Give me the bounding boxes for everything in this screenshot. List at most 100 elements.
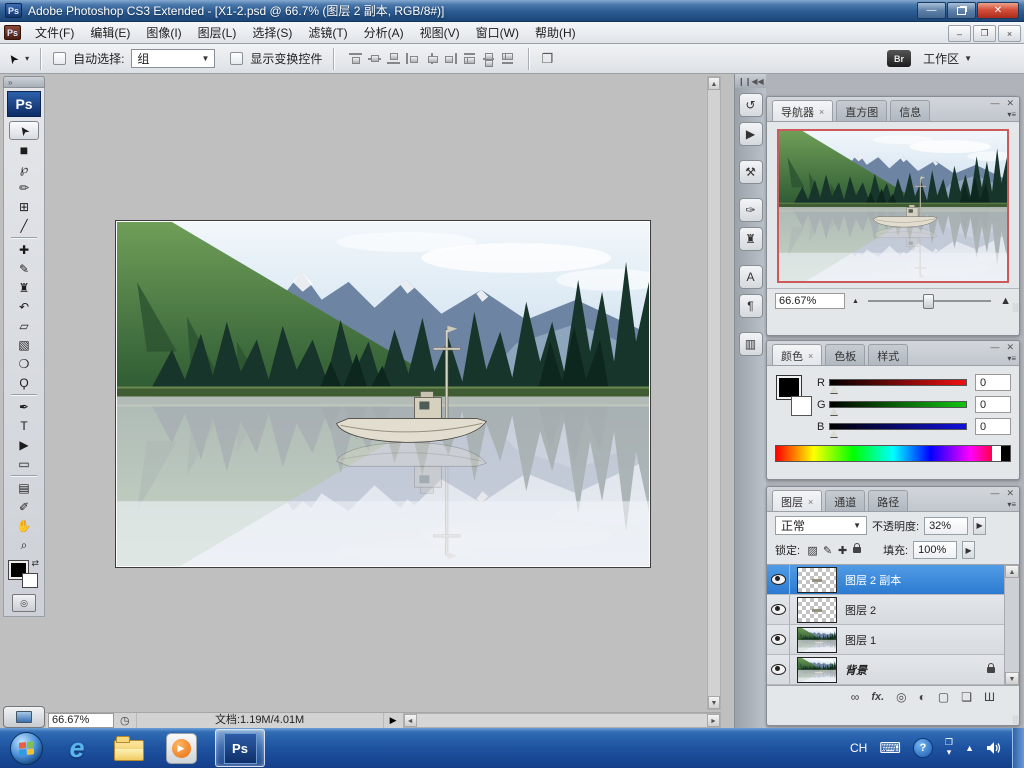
doc-restore-button[interactable]: ❐ [973,25,996,42]
navigator-proxy-view[interactable] [777,129,1009,283]
title-bar[interactable]: Ps Adobe Photoshop CS3 Extended - [X1-2.… [0,0,1024,22]
crop-tool[interactable]: ⊞ [9,197,39,216]
go-to-bridge-icon[interactable]: Br [887,50,912,67]
channel-value-field[interactable]: 0 [975,374,1011,391]
show-desktop-button[interactable] [1012,728,1024,768]
taskbar-photoshop-button[interactable]: Ps [215,729,265,767]
panel-close-icon[interactable]: ✕ [1006,342,1014,353]
background-color-swatch[interactable] [791,396,812,416]
menu-analysis[interactable]: 分析(A) [356,21,412,44]
actions-panel-icon[interactable]: ▶ [738,122,763,146]
navigator-zoom-slider[interactable] [867,294,992,309]
tab-layers-layers[interactable]: 图层 × [772,490,823,511]
menu-select[interactable]: 选择(S) [244,21,300,44]
channel-slider[interactable] [829,423,967,437]
black-swatch[interactable] [1001,446,1010,461]
layer-row[interactable]: 图层 1 [767,625,1005,655]
zoom-tool[interactable]: ⌕ [9,535,39,554]
restore-button[interactable] [947,2,976,19]
lock-transparent-pixels-icon[interactable]: ▨ [805,544,820,557]
white-swatch[interactable] [992,446,1001,461]
panel-minimize-icon[interactable]: — [990,488,999,499]
brushes-panel-icon[interactable]: ✑ [738,198,763,222]
document-canvas[interactable] [115,220,651,568]
show-hidden-icons-button[interactable]: ▲ [965,743,974,753]
menu-help[interactable]: 帮助(H) [527,21,584,44]
shape-tool[interactable]: ▭ [9,454,39,473]
slice-tool[interactable]: ╱ [9,216,39,235]
auto-select-combo[interactable]: 组 ▼ [131,49,216,68]
screen-mode-button[interactable] [3,706,45,728]
clone-stamp-tool[interactable]: ♜ [9,278,39,297]
layer-row[interactable]: 图层 2 [767,595,1005,625]
resize-grip-icon[interactable]: ░ [1012,715,1018,724]
slider-thumb-icon[interactable] [830,430,838,437]
gradient-tool[interactable]: ▧ [9,335,39,354]
menu-file[interactable]: 文件(F) [27,21,82,44]
lasso-tool[interactable]: ℘ [9,159,39,178]
taskbar-explorer-icon[interactable] [111,730,147,766]
color-spectrum-ramp[interactable] [775,445,1011,462]
path-selection-tool[interactable]: ▶ [9,435,39,454]
notes-tool[interactable]: ▤ [9,478,39,497]
tool-preset-dropdown-icon[interactable]: ▾ [25,54,29,63]
show-transform-checkbox[interactable] [230,52,244,65]
zoom-out-icon[interactable]: ▲ [852,298,859,305]
tab-layers-paths[interactable]: 路径 [868,490,909,511]
tray-window-icon[interactable]: ❐ ▾ [945,737,953,758]
doc-minimize-button[interactable]: – [948,25,971,42]
tab-nav-info[interactable]: 信息 [890,100,931,121]
tab-color-styles[interactable]: 样式 [868,344,909,365]
layer-visibility-toggle[interactable] [767,565,790,594]
type-tool[interactable]: T [9,416,39,435]
menu-layer[interactable]: 图层(L) [190,21,245,44]
opacity-stepper-icon[interactable]: ▶ [973,516,987,535]
adjustment-layer-icon[interactable]: ◐ [919,691,926,703]
scroll-down-icon[interactable]: ▼ [1005,672,1019,685]
layer-visibility-toggle[interactable] [767,625,790,654]
menu-view[interactable]: 视图(V) [412,21,468,44]
distribute-bottom-edges-icon[interactable] [500,52,515,65]
channel-value-field[interactable]: 0 [975,396,1011,413]
history-brush-tool[interactable]: ↶ [9,297,39,316]
move-tool[interactable]: ➤ [9,121,39,140]
fill-stepper-icon[interactable]: ▶ [962,541,976,559]
layer-row[interactable]: 图层 2 副本 [767,565,1005,595]
link-layers-icon[interactable]: ∞ [851,691,860,703]
layer-style-icon[interactable]: fx. [871,691,884,703]
tab-layers-channels[interactable]: 通道 [825,490,866,511]
align-horizontal-centers-icon[interactable] [424,52,439,65]
status-menu-icon[interactable]: ▶ [390,715,397,726]
hand-tool[interactable]: ✋ [9,516,39,535]
collapse-dock-icon[interactable]: ◀◀ [751,77,763,86]
close-tab-icon[interactable]: × [808,497,813,507]
menu-filter[interactable]: 滤镜(T) [300,21,355,44]
background-color-swatch[interactable] [22,573,38,588]
navigator-zoom-field[interactable]: 66.67% [775,293,845,309]
zoom-in-icon[interactable]: ▲ [1000,295,1011,307]
close-tab-icon[interactable]: × [819,107,824,117]
channel-slider[interactable] [829,401,967,415]
panel-minimize-icon[interactable]: — [990,342,999,353]
align-vertical-centers-icon[interactable] [367,52,382,65]
blend-mode-select[interactable]: 正常 ▼ [775,516,867,535]
brush-tool[interactable]: ✎ [9,259,39,278]
scroll-left-icon[interactable]: ◄ [403,714,417,727]
rectangular-marquee-tool[interactable]: ■ [9,140,39,159]
character-panel-icon[interactable]: A [738,265,763,289]
panel-minimize-icon[interactable]: — [990,98,999,109]
quick-selection-tool[interactable]: ✏ [9,178,39,197]
opacity-field[interactable]: 32% [924,516,969,535]
auto-select-checkbox[interactable] [53,52,67,65]
auto-align-layers-icon[interactable]: ❒ [541,51,553,67]
menu-edit[interactable]: 编辑(E) [82,21,138,44]
align-top-edges-icon[interactable] [348,52,363,65]
layer-comps-panel-icon[interactable]: ▥ [738,332,763,356]
taskbar-media-player-icon[interactable]: ▶ [163,730,199,766]
spot-healing-brush-tool[interactable]: ✚ [9,240,39,259]
new-group-icon[interactable]: ▢ [938,691,949,703]
layer-row[interactable]: 背景 [767,655,1005,685]
eyedropper-tool[interactable]: ✐ [9,497,39,516]
workspace-button[interactable]: 工作区 ▼ [919,48,976,69]
align-right-edges-icon[interactable] [443,52,458,65]
